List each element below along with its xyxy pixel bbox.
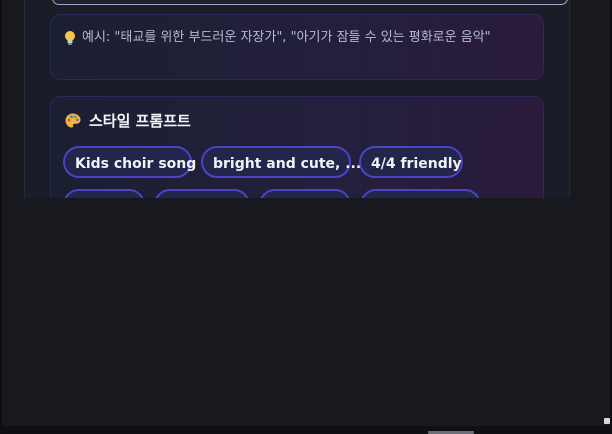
window-left-edge — [0, 0, 2, 426]
prompt-textarea[interactable] — [52, 0, 568, 5]
content-panel: 예시: "태교를 위한 부드러운 자장가", "아기가 잠들 수 있는 평화로운… — [24, 0, 570, 198]
style-prompt-section: 스타일 프롬프트 Kids choir song bright and cute… — [50, 96, 544, 198]
palette-icon — [65, 113, 81, 128]
style-chip[interactable] — [259, 189, 351, 198]
style-chip-label: 4/4 friendly — [371, 156, 462, 172]
style-chip[interactable] — [360, 189, 481, 198]
bottom-scrollbar-track[interactable] — [0, 426, 612, 434]
style-chip-label: bright and cute, ... — [213, 156, 362, 172]
example-hint-text: 예시: "태교를 위한 부드러운 자장가", "아기가 잠들 수 있는 평화로운… — [82, 30, 491, 45]
style-prompt-title: 스타일 프롬프트 — [89, 112, 191, 130]
example-hint-box: 예시: "태교를 위한 부드러운 자장가", "아기가 잠들 수 있는 평화로운… — [50, 14, 544, 80]
style-chip[interactable] — [63, 189, 145, 198]
resize-grip-icon[interactable] — [604, 418, 610, 424]
style-chip[interactable] — [154, 189, 250, 198]
style-chip[interactable]: bright and cute, ... — [201, 146, 361, 178]
style-chip-label: Kids choir song — [75, 156, 197, 172]
style-chip[interactable]: 4/4 friendly — [359, 146, 463, 178]
style-chip[interactable]: Kids choir song — [63, 146, 196, 178]
